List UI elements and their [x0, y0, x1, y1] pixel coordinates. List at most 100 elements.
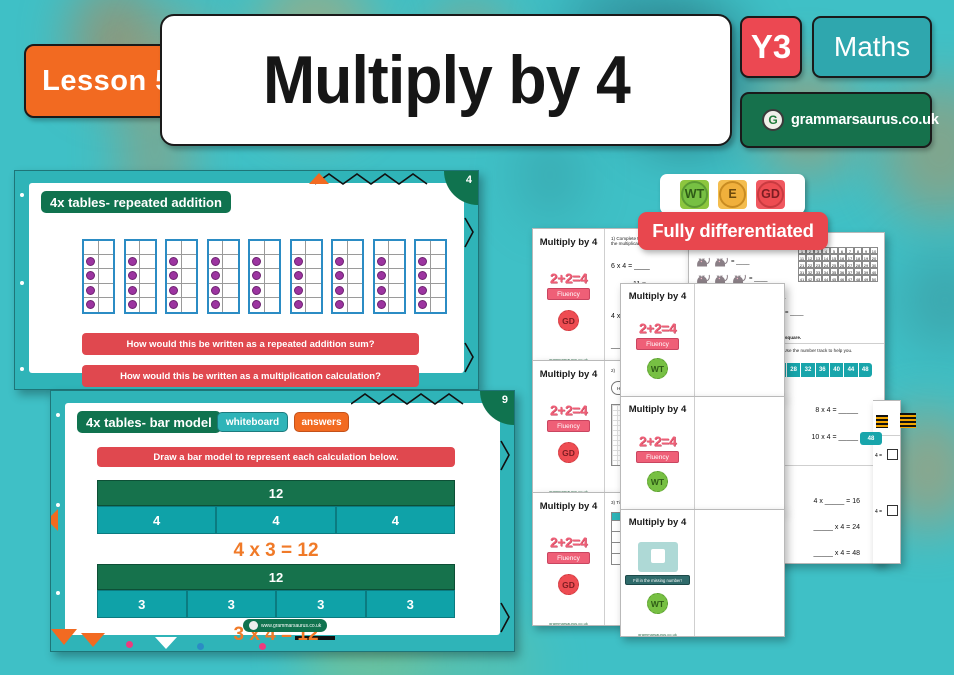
- cat-row-answer: = ____: [731, 258, 750, 265]
- bar-part: 4: [97, 506, 217, 534]
- bar-total: 12: [97, 564, 455, 590]
- cat-row-answer: = ____: [749, 275, 768, 282]
- worksheet-sidebar: Multiply by 4 2+2=4 Fluency WT grammarsa…: [621, 397, 695, 510]
- calc-1: 6 x 4 = ____: [611, 263, 650, 270]
- dot-decoration: [20, 281, 24, 285]
- stamp-gd: GD: [558, 442, 579, 463]
- counter-pip: [252, 257, 262, 267]
- counter-pip: [376, 300, 386, 310]
- track-cell: 48: [861, 367, 869, 373]
- chevron-decoration: [500, 440, 510, 471]
- fluency-badge: Fluency: [547, 552, 590, 564]
- answer-box[interactable]: [887, 505, 898, 516]
- slide-repeated-addition[interactable]: 4 4x tables- repeated addition How would…: [14, 170, 479, 390]
- whiteboard-button[interactable]: whiteboard: [217, 412, 288, 432]
- worksheet-heading: Multiply by 4: [539, 369, 598, 380]
- cat-row-answer: = ____: [785, 309, 804, 316]
- chevron-decoration: [464, 217, 474, 248]
- counter-pip: [169, 285, 179, 295]
- counter-pip: [335, 300, 345, 310]
- cat-icon: [695, 255, 712, 268]
- ten-frame: [372, 239, 406, 314]
- bar-part: 4: [216, 506, 336, 534]
- counter-pip: [418, 271, 428, 281]
- counter-pip: [293, 271, 303, 281]
- zigzag-decoration: [351, 393, 464, 405]
- chevron-decoration: [464, 342, 474, 373]
- slide-title: 4x tables- bar model: [77, 411, 221, 433]
- bar-total: 12: [97, 480, 455, 506]
- bar-model-2: 12 3 3 3 3: [97, 564, 455, 618]
- title-card: Multiply by 4: [160, 14, 732, 146]
- brand-badge: G grammarsaurus.co.uk: [740, 92, 939, 148]
- ten-frame: [414, 239, 447, 314]
- bar-part: 3: [365, 590, 455, 618]
- worksheet-heading: Multiply by 4: [539, 501, 598, 512]
- worksheet-mid-1[interactable]: Multiply by 4 2+2=4 Fluency WT grammarsa…: [620, 283, 785, 398]
- bar-model-1: 12 4 4 4: [97, 480, 455, 534]
- ten-frame: [206, 239, 240, 314]
- edge-track-chip: 48: [860, 432, 882, 445]
- triangle-decoration: [81, 633, 105, 647]
- worksheet-logo: 2+2=4: [638, 320, 677, 336]
- badge-gd-circle: GD: [757, 180, 784, 208]
- worksheet-sidebar: Multiply by 4 2+2=4 Fluency WT grammarsa…: [621, 284, 695, 397]
- stamp-wt: WT: [647, 471, 668, 492]
- brand-text: grammarsaurus.co.uk: [791, 112, 939, 128]
- worksheet-logo: 2+2=4: [638, 433, 677, 449]
- track-cell: 32: [801, 363, 816, 377]
- worksheet-mid-3[interactable]: Multiply by 4 Fill in the missing number…: [620, 509, 785, 637]
- worksheet-heading: Multiply by 4: [628, 291, 687, 302]
- counter-pip: [335, 285, 345, 295]
- answers-button[interactable]: answers: [294, 412, 349, 432]
- cat-row: = ____: [695, 253, 804, 270]
- puzzle-caption: Fill in the missing number!: [625, 575, 690, 585]
- dot-decoration: [56, 591, 60, 595]
- counter-pip: [293, 257, 303, 267]
- ten-frames-group: [82, 239, 447, 314]
- worksheet-sidebar: Multiply by 4 Fill in the missing number…: [621, 510, 695, 636]
- counter-pip: [252, 300, 262, 310]
- bar-part: 3: [276, 590, 366, 618]
- stamp-wt: WT: [647, 358, 668, 379]
- counter-pip: [418, 257, 428, 267]
- badge-gd: GD: [756, 179, 785, 209]
- counter-pip: [210, 271, 220, 281]
- q3-calc-2: 4 x _____ = 16: [813, 498, 860, 505]
- ten-frame: [248, 239, 281, 314]
- zigzag-decoration: [315, 173, 428, 185]
- slide-bar-model[interactable]: 9 4x tables- bar model whiteboard answer…: [50, 390, 515, 652]
- counter-pip: [86, 271, 96, 281]
- dot-decoration: [56, 413, 60, 417]
- fully-differentiated-label: Fully differentiated: [652, 220, 814, 241]
- counter-pip: [210, 300, 220, 310]
- answer-box[interactable]: [887, 449, 898, 460]
- edge-calc: 4 =: [875, 453, 883, 459]
- worksheet-footer: grammarsaurus.co.uk: [638, 632, 677, 637]
- counter-pip: [86, 257, 96, 267]
- counter-pip: [376, 271, 386, 281]
- badge-wt-circle: WT: [681, 180, 708, 208]
- counter-pip: [335, 271, 345, 281]
- hundred-square[interactable]: 1 2 3 4 5 6 7 8 9 10 11 12 13 14 15 16 17 18 19 20 21 22 23 2…: [798, 247, 878, 282]
- fluency-badge: Fluency: [636, 451, 679, 463]
- counter-pip: [418, 285, 428, 295]
- track-cell: 40: [830, 363, 845, 377]
- slide-canvas: 4x tables- repeated addition How would t…: [29, 183, 464, 387]
- counter-pip: [169, 271, 179, 281]
- counter-pip: [418, 300, 428, 310]
- ten-frame: [289, 239, 323, 314]
- counter-pip: [210, 257, 220, 267]
- cat-icon: [713, 255, 730, 268]
- worksheet-sidebar: Multiply by 4 2+2=4 Fluency GD grammarsa…: [533, 361, 605, 493]
- counter-pip: [86, 285, 96, 295]
- worksheet-mid-2[interactable]: Multiply by 4 2+2=4 Fluency WT grammarsa…: [620, 396, 785, 511]
- fluency-badge: Fluency: [636, 338, 679, 350]
- worksheet-heading: Multiply by 4: [628, 404, 687, 415]
- badge-e-circle: E: [719, 180, 746, 208]
- chevron-decoration: [500, 602, 510, 633]
- dot-decoration: [20, 367, 24, 371]
- counter-pip: [335, 257, 345, 267]
- q2-calc-4: 10 x 4 = _____: [811, 434, 858, 441]
- counter-pip: [210, 285, 220, 295]
